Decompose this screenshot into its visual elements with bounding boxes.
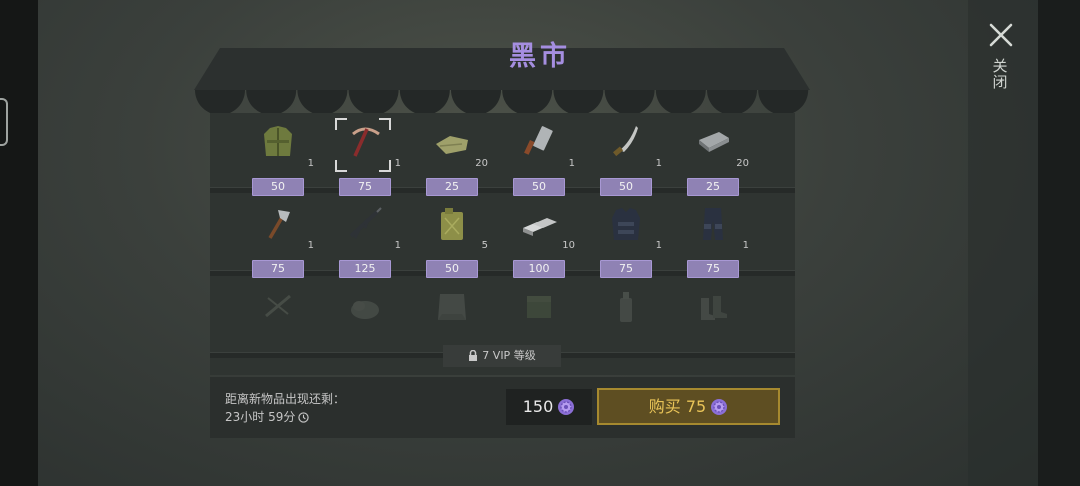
item-quantity: 10: [562, 240, 575, 251]
shop-footer: 距离新物品出现还剩： 23小时 59分 150 购买 75: [210, 377, 795, 438]
restock-timer-value: 23小时 59分: [225, 410, 296, 424]
shop-item-pickaxe[interactable]: 1 75: [325, 118, 405, 200]
armor-vest-icon: [612, 208, 640, 240]
shop-item-bottle: [586, 282, 666, 364]
rifle-icon: [349, 207, 382, 239]
item-price: 50: [426, 260, 478, 278]
item-quantity: 1: [742, 240, 749, 251]
item-price: 75: [687, 260, 739, 278]
vip-lock-badge: 7 VIP 等级: [443, 345, 561, 367]
item-quantity: 20: [736, 158, 749, 169]
shop-item-cloth[interactable]: 20 25: [412, 118, 492, 200]
restock-timer: 23小时 59分: [225, 408, 310, 425]
ammo-box-icon: [527, 296, 551, 318]
buy-button[interactable]: 购买 75: [597, 388, 780, 425]
bottle-icon: [620, 292, 632, 322]
chip-coin-icon: [711, 399, 728, 415]
lock-icon: [469, 349, 478, 361]
jacket-icon: [264, 126, 292, 156]
rocks-icon: [351, 301, 379, 319]
side-back-tab[interactable]: [0, 98, 8, 146]
item-price: 75: [600, 260, 652, 278]
item-quantity: 20: [475, 158, 488, 169]
currency-balance: 150: [506, 389, 592, 425]
item-price: 50: [600, 178, 652, 196]
shop-item-boots: [673, 282, 753, 364]
shop-item-axe[interactable]: 1 75: [238, 200, 318, 282]
shop-item-rifle[interactable]: 1 125: [325, 200, 405, 282]
item-price: 75: [339, 178, 391, 196]
shop-item-steel-bars[interactable]: 10 100: [499, 200, 579, 282]
armor-pants-icon: [703, 208, 723, 240]
shop-item-jacket[interactable]: 1 50: [238, 118, 318, 200]
item-price: 125: [339, 260, 391, 278]
shop-item-crossbow: [238, 282, 318, 364]
restock-timer-label: 距离新物品出现还剩：: [225, 392, 346, 406]
page-title: 黑市: [509, 41, 571, 72]
shop-item-cleaver[interactable]: 1 50: [499, 118, 579, 200]
pickaxe-icon: [352, 127, 380, 157]
right-edge-bar: [1038, 0, 1080, 486]
boots-icon: [701, 296, 727, 320]
item-price: 50: [252, 178, 304, 196]
cloth-icon: [436, 136, 468, 154]
buy-label: 购买: [648, 397, 681, 416]
vip-lock-text: 7 VIP 等级: [482, 349, 536, 362]
item-quantity: 1: [307, 240, 314, 251]
chip-coin-icon: [558, 399, 575, 415]
machete-icon: [613, 126, 638, 157]
item-price: 50: [513, 178, 565, 196]
item-quantity: 1: [394, 240, 401, 251]
buy-price: 75: [685, 397, 707, 416]
panel-icon: [438, 294, 466, 320]
jerrycan-icon: [441, 208, 463, 240]
item-price: 25: [426, 178, 478, 196]
item-price: 100: [513, 260, 565, 278]
shop-item-iron-bar[interactable]: 20 25: [673, 118, 753, 200]
shop-item-armor-pants[interactable]: 1 75: [673, 200, 753, 282]
item-price: 75: [252, 260, 304, 278]
steel-bars-icon: [523, 218, 557, 236]
item-quantity: 1: [655, 240, 662, 251]
axe-icon: [268, 210, 290, 239]
shop-item-rocks: [325, 282, 405, 364]
close-icon[interactable]: [986, 20, 1016, 50]
item-quantity: 1: [655, 158, 662, 169]
item-price: 25: [687, 178, 739, 196]
close-label[interactable]: 关闭: [990, 58, 1010, 90]
clock-icon: [298, 412, 310, 423]
iron-bar-icon: [699, 132, 729, 152]
item-quantity: 1: [394, 158, 401, 169]
item-quantity: 1: [307, 158, 314, 169]
shop-item-machete[interactable]: 1 50: [586, 118, 666, 200]
shop-item-jerrycan[interactable]: 5 50: [412, 200, 492, 282]
cleaver-icon: [524, 126, 553, 155]
item-quantity: 5: [481, 240, 488, 251]
shop-item-armor-vest[interactable]: 1 75: [586, 200, 666, 282]
left-edge-bar: [0, 0, 38, 486]
crossbow-icon: [265, 294, 291, 318]
balance-value: 150: [522, 397, 554, 416]
item-quantity: 1: [568, 158, 575, 169]
